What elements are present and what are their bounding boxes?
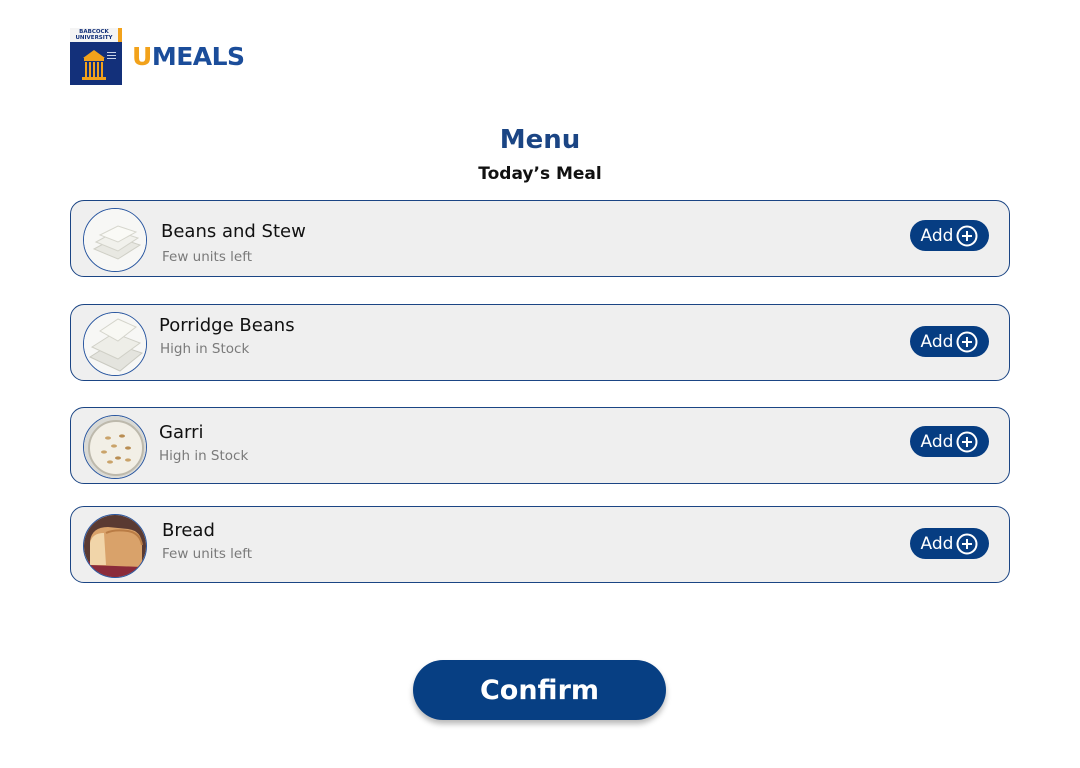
item-name: Garri: [159, 422, 204, 443]
add-label: Add: [920, 431, 954, 452]
app-logo: BABCOCK UNIVERSITY UMEALS: [70, 28, 245, 85]
meal-image: [83, 312, 147, 376]
menu-item-beans-and-stew: Beans and Stew Few units left Add: [70, 200, 1010, 277]
add-label: Add: [920, 533, 954, 554]
plus-circle-icon: [956, 533, 978, 554]
stock-status: High in Stock: [159, 448, 249, 464]
add-label: Add: [920, 225, 954, 246]
meal-image: [83, 415, 147, 479]
menu-item-porridge-beans: Porridge Beans High in Stock Add: [70, 304, 1010, 381]
page-subtitle: Today’s Meal: [478, 164, 602, 184]
plus-circle-icon: [956, 431, 978, 452]
stock-status: Few units left: [162, 249, 253, 265]
add-button[interactable]: Add: [910, 528, 989, 559]
item-name: Porridge Beans: [159, 315, 295, 336]
add-label: Add: [920, 331, 954, 352]
plus-circle-icon: [956, 331, 978, 352]
confirm-button[interactable]: Confirm: [413, 660, 666, 720]
add-button[interactable]: Add: [910, 220, 989, 251]
plus-circle-icon: [956, 225, 978, 246]
meal-image: [83, 208, 147, 272]
stock-status: High in Stock: [160, 341, 250, 357]
menu-item-garri: Garri High in Stock Add: [70, 407, 1010, 484]
item-name: Beans and Stew: [161, 221, 306, 242]
university-crest: BABCOCK UNIVERSITY: [70, 28, 122, 85]
page-title: Menu: [499, 125, 581, 155]
add-button[interactable]: Add: [910, 426, 989, 457]
add-button[interactable]: Add: [910, 326, 989, 357]
brand-name: UMEALS: [132, 42, 245, 71]
item-name: Bread: [162, 520, 215, 541]
meal-image: [83, 514, 147, 578]
building-icon: [82, 50, 116, 80]
stock-status: Few units left: [162, 546, 253, 562]
menu-item-bread: Bread Few units left Add: [70, 506, 1010, 583]
